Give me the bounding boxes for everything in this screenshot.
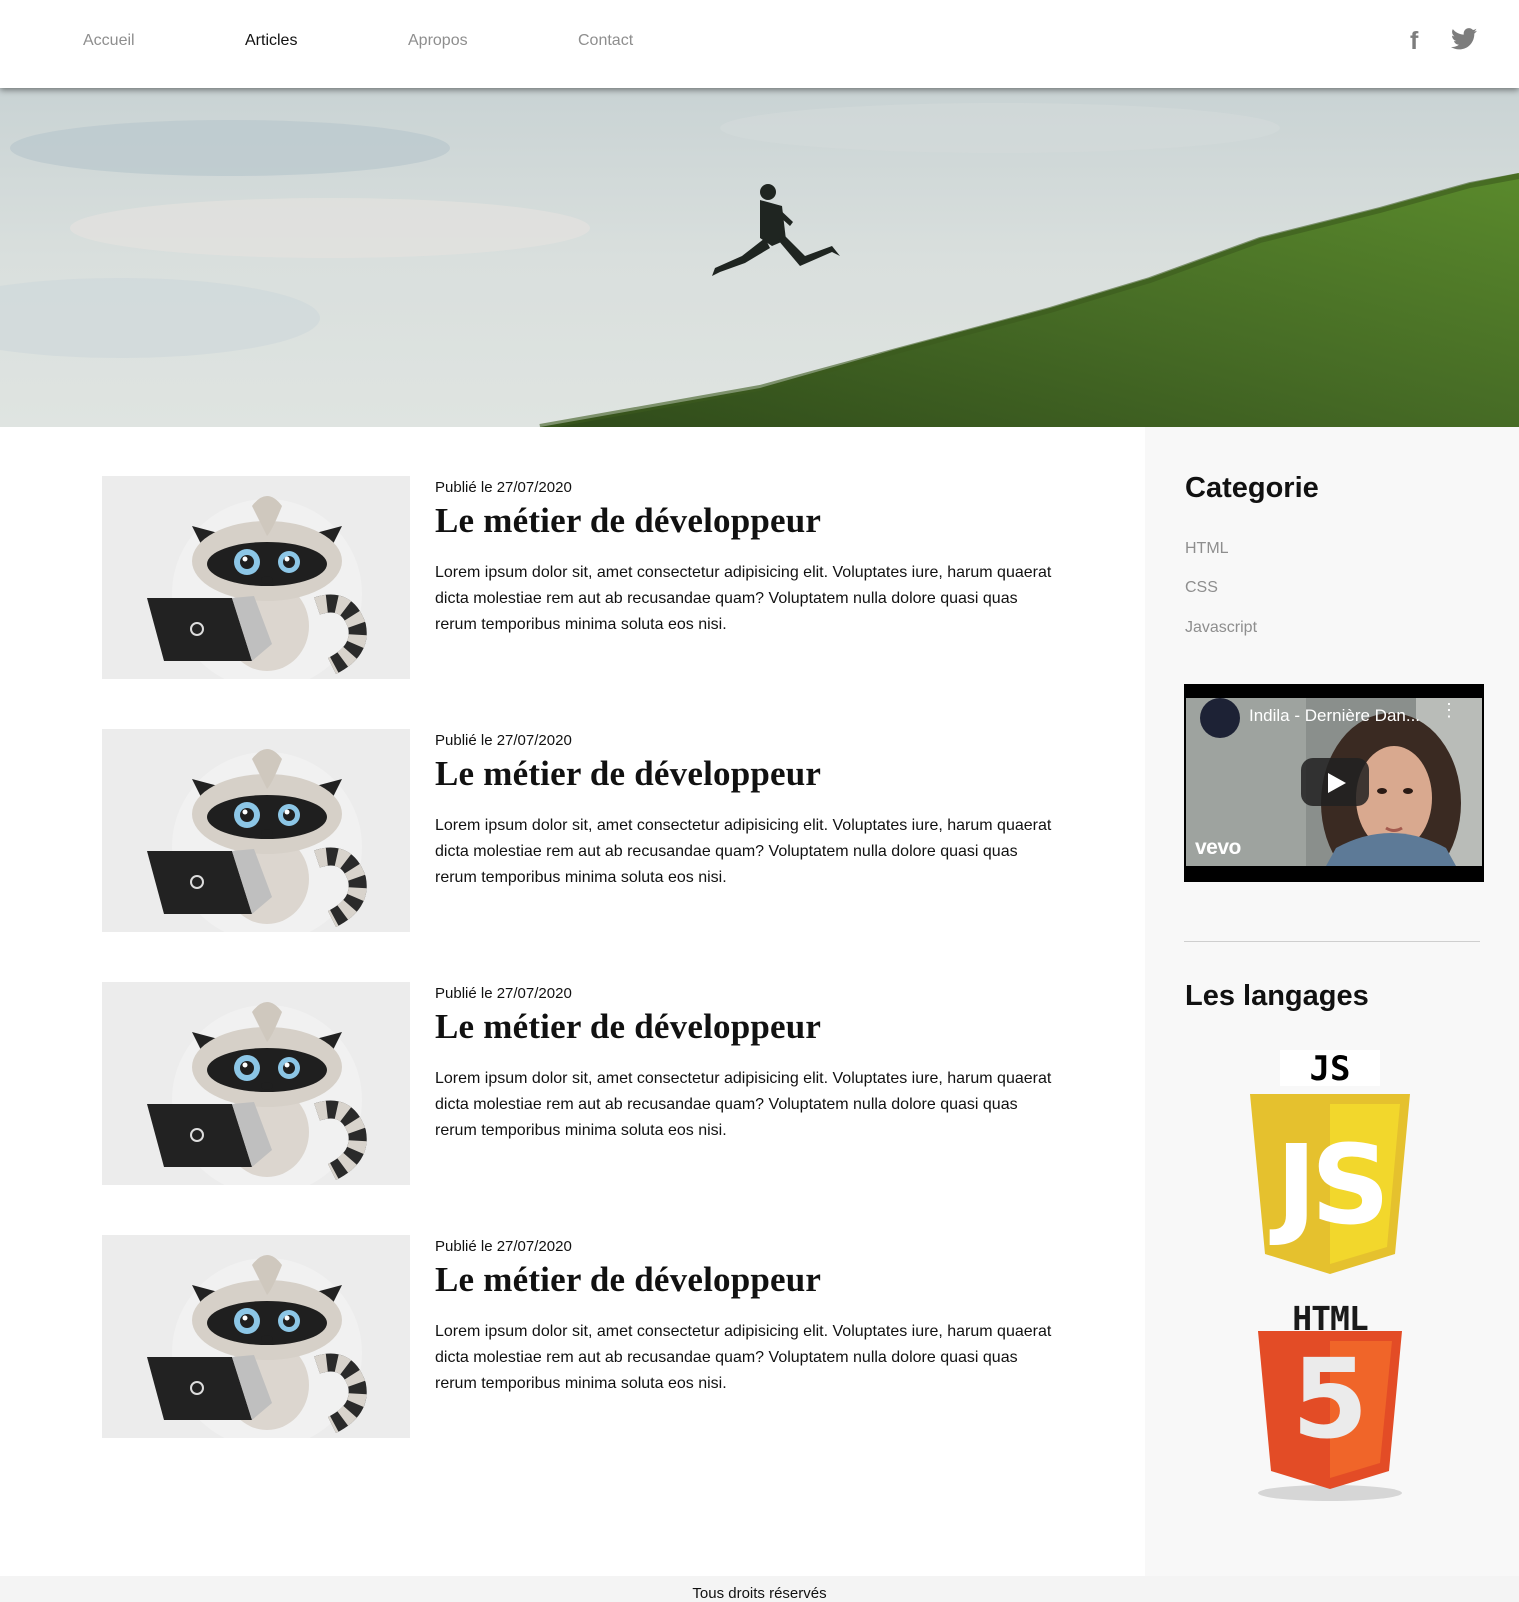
article-thumbnail[interactable] xyxy=(102,476,410,679)
article-card[interactable]: Publié le 27/07/2020 Le métier de dévelo… xyxy=(102,476,1062,680)
play-button[interactable] xyxy=(1301,758,1369,806)
nav-item-accueil[interactable]: Accueil xyxy=(83,32,135,50)
article-date: Publié le 27/07/2020 xyxy=(435,732,572,749)
hero-banner xyxy=(0,88,1519,427)
category-link-css[interactable]: CSS xyxy=(1185,579,1218,597)
article-thumbnail[interactable] xyxy=(102,982,410,1185)
article-excerpt: Lorem ipsum dolor sit, amet consectetur … xyxy=(435,564,1052,633)
more-options-icon[interactable]: ⋮ xyxy=(1440,701,1458,719)
articles-list: Publié le 27/07/2020 Le métier de dévelo… xyxy=(0,427,1145,1576)
article-thumbnail[interactable] xyxy=(102,1235,410,1438)
raccoon-developer-illustration xyxy=(102,1235,410,1438)
video-thumbnail[interactable]: Indila - Dernière Dan... ⋮ vevo xyxy=(1186,698,1482,866)
article-date: Publié le 27/07/2020 xyxy=(435,479,572,496)
article-title[interactable]: Le métier de développeur xyxy=(435,754,821,794)
hero-landscape-image xyxy=(0,88,1519,427)
top-navbar: Accueil Articles Apropos Contact f xyxy=(0,0,1519,88)
article-date: Publié le 27/07/2020 xyxy=(435,985,572,1002)
article-title[interactable]: Le métier de développeur xyxy=(435,501,821,541)
article-excerpt: Lorem ipsum dolor sit, amet consectetur … xyxy=(435,817,1052,886)
footer: Tous droits réservés xyxy=(0,1576,1519,1602)
raccoon-developer-illustration xyxy=(102,729,410,932)
video-embed[interactable]: Indila - Dernière Dan... ⋮ vevo xyxy=(1184,684,1484,882)
nav-item-apropos[interactable]: Apropos xyxy=(408,32,468,50)
sidebar-divider xyxy=(1184,941,1480,942)
article-card[interactable]: Publié le 27/07/2020 Le métier de dévelo… xyxy=(102,729,1062,933)
article-thumbnail[interactable] xyxy=(102,729,410,932)
facebook-icon[interactable]: f xyxy=(1410,27,1418,56)
raccoon-developer-illustration xyxy=(102,476,410,679)
article-excerpt: Lorem ipsum dolor sit, amet consectetur … xyxy=(435,1323,1052,1392)
languages-heading: Les langages xyxy=(1185,980,1369,1012)
article-title[interactable]: Le métier de développeur xyxy=(435,1007,821,1047)
twitter-icon[interactable] xyxy=(1451,28,1477,55)
article-card[interactable]: Publié le 27/07/2020 Le métier de dévelo… xyxy=(102,1235,1062,1439)
sidebar: Categorie HTML CSS Javascript Indila - D… xyxy=(1145,427,1519,1576)
vevo-logo: vevo xyxy=(1195,836,1241,859)
channel-avatar[interactable] xyxy=(1200,698,1240,738)
article-card[interactable]: Publié le 27/07/2020 Le métier de dévelo… xyxy=(102,982,1062,1186)
article-date: Publié le 27/07/2020 xyxy=(435,1238,572,1255)
article-excerpt: Lorem ipsum dolor sit, amet consectetur … xyxy=(435,1070,1052,1139)
category-link-html[interactable]: HTML xyxy=(1185,540,1229,558)
video-title[interactable]: Indila - Dernière Dan... xyxy=(1249,706,1420,726)
nav-item-contact[interactable]: Contact xyxy=(578,32,633,50)
category-link-javascript[interactable]: Javascript xyxy=(1185,619,1257,637)
article-title[interactable]: Le métier de développeur xyxy=(435,1260,821,1300)
copyright-text: Tous droits réservés xyxy=(692,1585,827,1602)
raccoon-developer-illustration xyxy=(102,982,410,1185)
category-heading: Categorie xyxy=(1185,472,1319,504)
nav-item-articles[interactable]: Articles xyxy=(245,32,297,50)
